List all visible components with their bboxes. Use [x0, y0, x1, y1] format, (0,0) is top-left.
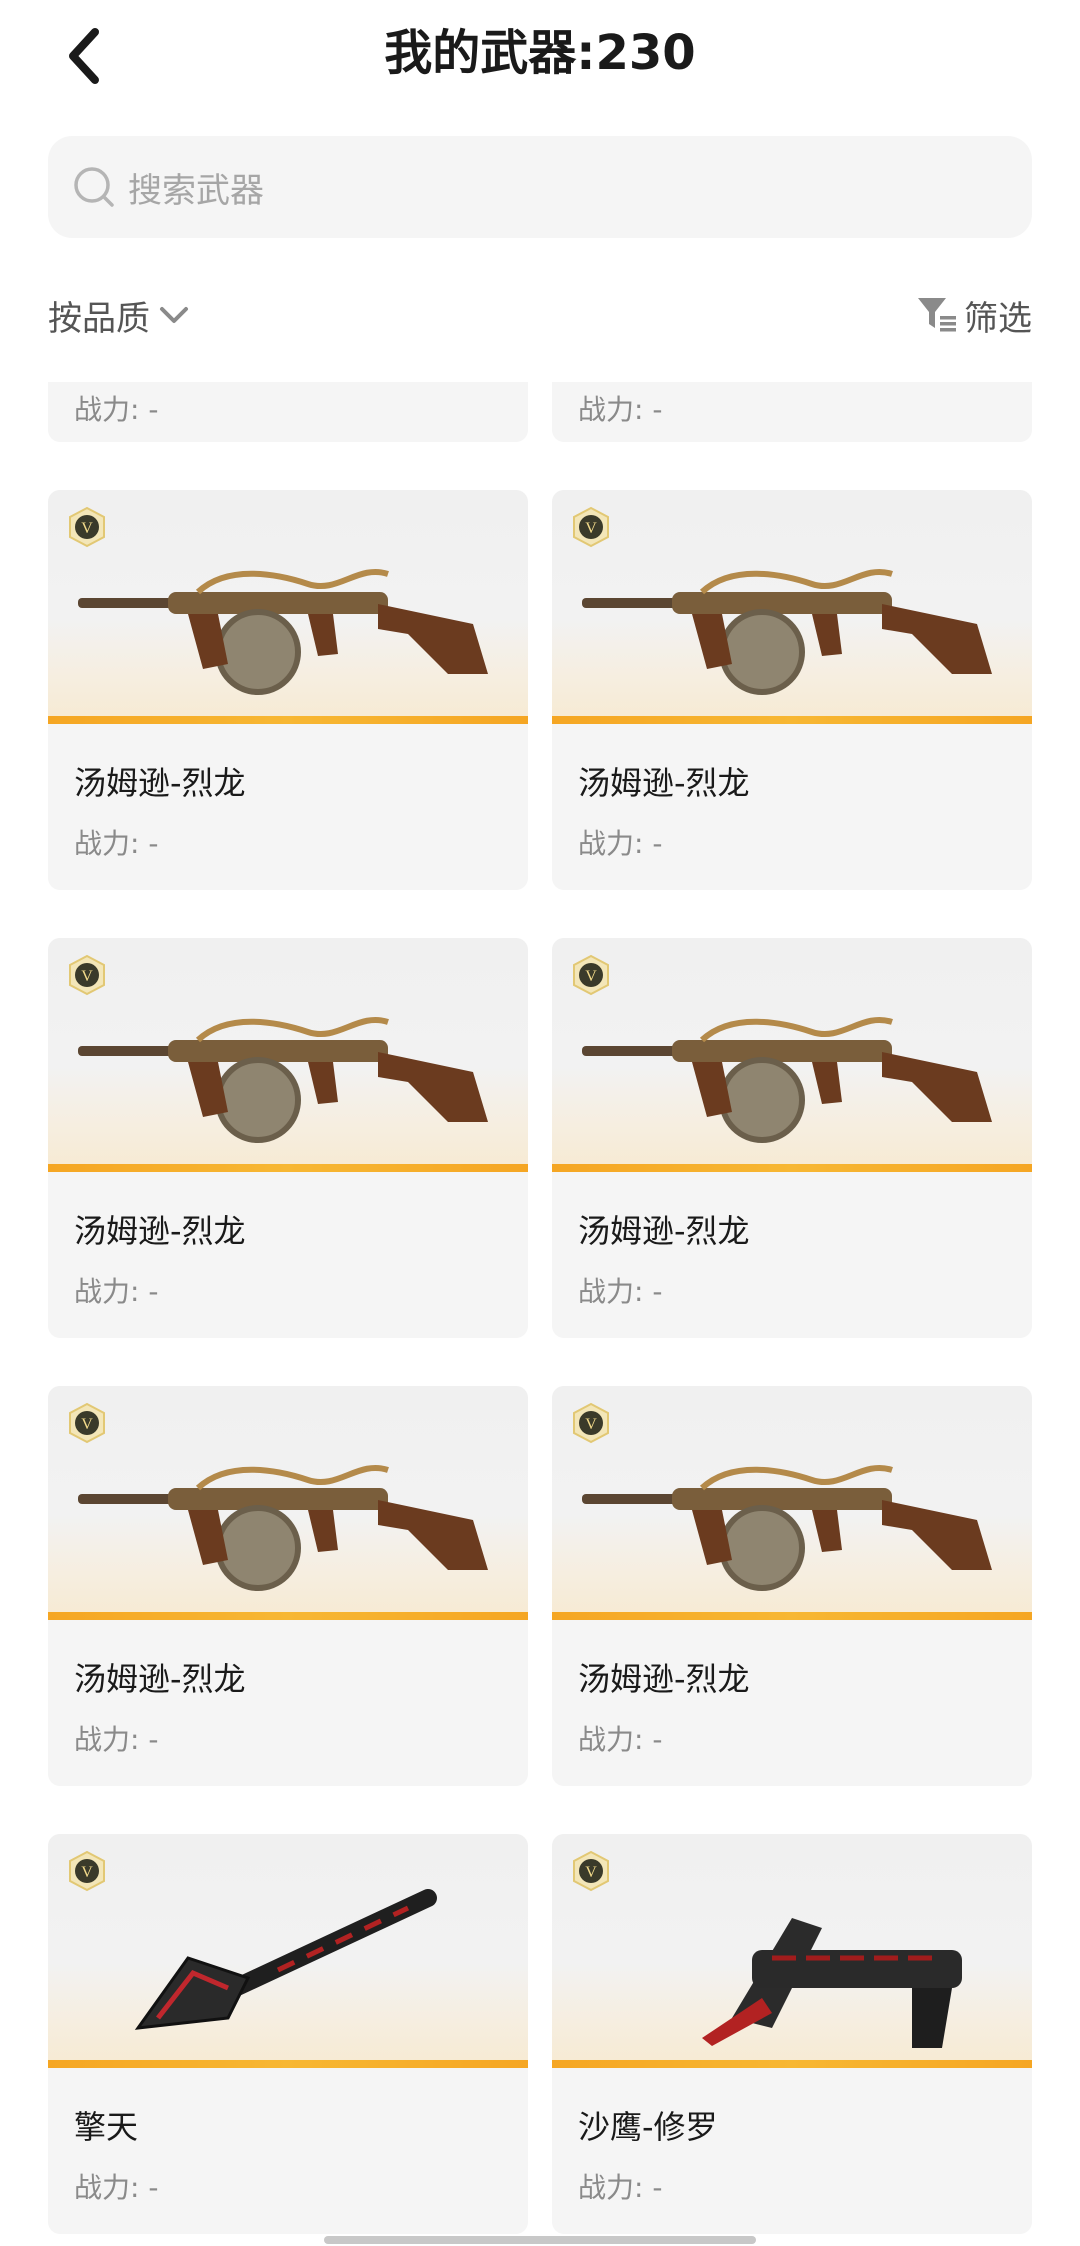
- weapon-image: V: [552, 938, 1032, 1172]
- weapon-card[interactable]: 战力: -: [552, 382, 1032, 442]
- weapon-name: 汤姆逊-烈龙: [74, 1212, 246, 1250]
- weapon-image: V: [552, 1834, 1032, 2068]
- quality-bar: [48, 716, 528, 724]
- page-title: 我的武器:230: [384, 25, 696, 81]
- weapon-card[interactable]: 战力: -: [48, 382, 528, 442]
- weapon-image: V: [48, 1386, 528, 1620]
- weapon-name: 汤姆逊-烈龙: [578, 1660, 750, 1698]
- weapon-name: 汤姆逊-烈龙: [578, 1212, 750, 1250]
- weapon-card[interactable]: V 沙鹰-修罗 战力: -: [552, 1834, 1032, 2234]
- weapon-power: 战力: -: [578, 827, 663, 860]
- chevron-down-icon: [160, 307, 188, 323]
- sort-label: 按品质: [48, 298, 150, 339]
- weapon-power: 战力: -: [578, 393, 663, 426]
- search-input[interactable]: 搜索武器: [48, 136, 1032, 238]
- pistol-knife-icon: [702, 1918, 962, 2048]
- quality-bar: [552, 1612, 1032, 1620]
- header: 我的武器:230: [0, 0, 1080, 110]
- weapon-list[interactable]: 战力: - 战力: - V 汤姆逊-烈龙 战力: - V 汤姆逊-烈龙 战力: …: [0, 382, 1080, 2246]
- smg-icon: [582, 569, 992, 695]
- weapon-image: V: [48, 1834, 528, 2068]
- smg-icon: [78, 1465, 488, 1591]
- quality-bar: [48, 1164, 528, 1172]
- weapon-name: 汤姆逊-烈龙: [74, 764, 246, 802]
- weapon-name: 汤姆逊-烈龙: [578, 764, 750, 802]
- smg-icon: [78, 1017, 488, 1143]
- weapon-power: 战力: -: [74, 393, 159, 426]
- weapon-image: V: [48, 938, 528, 1172]
- weapon-power: 战力: -: [578, 2171, 663, 2204]
- weapon-power: 战力: -: [74, 2171, 159, 2204]
- quality-bar: [48, 1612, 528, 1620]
- weapon-power: 战力: -: [578, 1275, 663, 1308]
- weapon-name: 擎天: [74, 2108, 139, 2146]
- sort-filter-bar: 按品质 筛选: [48, 280, 1032, 350]
- weapon-power: 战力: -: [578, 1723, 663, 1756]
- home-indicator[interactable]: [324, 2236, 756, 2244]
- weapon-image: V: [48, 490, 528, 724]
- weapon-power: 战力: -: [74, 1275, 159, 1308]
- search-icon: [70, 163, 118, 211]
- weapon-image: V: [552, 490, 1032, 724]
- filter-icon: [918, 298, 956, 332]
- search-placeholder: 搜索武器: [128, 170, 264, 211]
- smg-icon: [582, 1465, 992, 1591]
- weapon-card[interactable]: V 汤姆逊-烈龙 战力: -: [552, 938, 1032, 1338]
- quality-bar: [552, 716, 1032, 724]
- quality-bar: [552, 2060, 1032, 2068]
- filter-button[interactable]: 筛选: [916, 280, 1032, 350]
- weapon-name: 沙鹰-修罗: [578, 2108, 718, 2146]
- weapon-card[interactable]: V 擎天 战力: -: [48, 1834, 528, 2234]
- weapon-power: 战力: -: [74, 827, 159, 860]
- shovel-icon: [134, 1889, 437, 2030]
- weapon-card[interactable]: V 汤姆逊-烈龙 战力: -: [552, 490, 1032, 890]
- smg-icon: [582, 1017, 992, 1143]
- smg-icon: [78, 569, 488, 695]
- filter-label: 筛选: [964, 298, 1032, 339]
- weapon-image: V: [552, 1386, 1032, 1620]
- weapon-card[interactable]: V 汤姆逊-烈龙 战力: -: [48, 1386, 528, 1786]
- weapon-card[interactable]: V 汤姆逊-烈龙 战力: -: [552, 1386, 1032, 1786]
- weapon-card[interactable]: V 汤姆逊-烈龙 战力: -: [48, 938, 528, 1338]
- sort-dropdown[interactable]: 按品质: [48, 280, 192, 350]
- quality-bar: [48, 2060, 528, 2068]
- quality-bar: [552, 1164, 1032, 1172]
- weapon-card[interactable]: V 汤姆逊-烈龙 战力: -: [48, 490, 528, 890]
- weapon-power: 战力: -: [74, 1723, 159, 1756]
- weapon-name: 汤姆逊-烈龙: [74, 1660, 246, 1698]
